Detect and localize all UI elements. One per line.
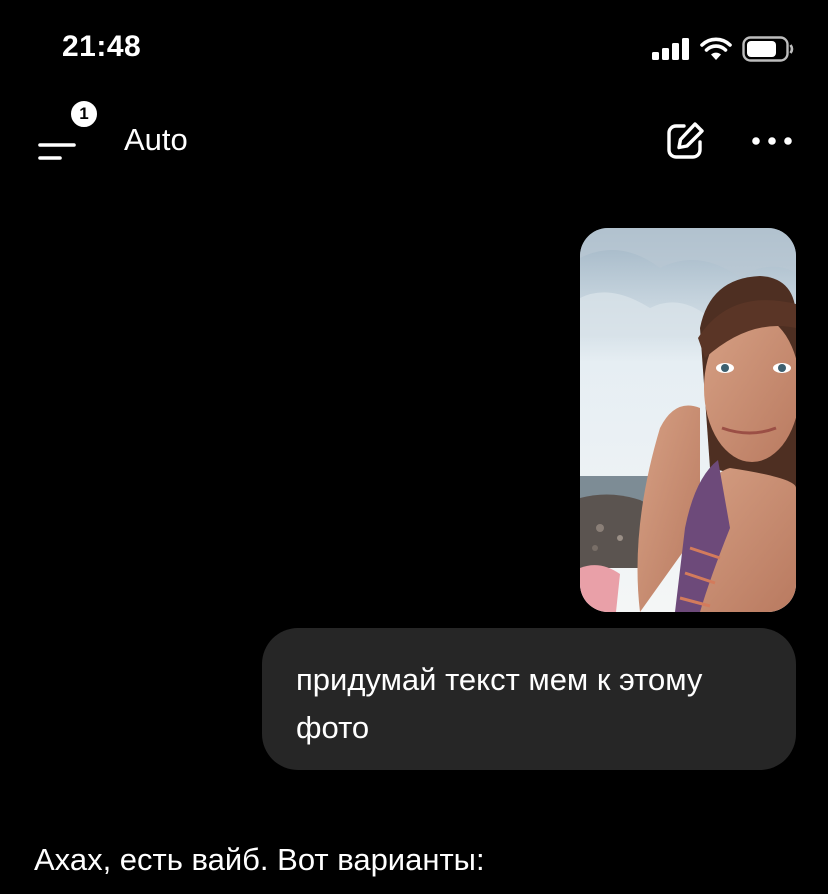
more-button[interactable] bbox=[746, 118, 798, 164]
assistant-message: Ахах, есть вайб. Вот варианты: bbox=[34, 842, 485, 877]
new-chat-button[interactable] bbox=[662, 118, 708, 164]
status-bar: 21:48 bbox=[0, 0, 828, 96]
status-icons bbox=[652, 36, 794, 62]
user-photo[interactable] bbox=[580, 228, 796, 612]
battery-icon bbox=[742, 36, 794, 62]
photo-image bbox=[580, 228, 796, 612]
status-time: 21:48 bbox=[62, 30, 142, 63]
edit-icon bbox=[667, 122, 704, 159]
model-selector[interactable]: Auto bbox=[124, 122, 188, 158]
user-message: придумай текст мем к этому фото bbox=[262, 628, 796, 770]
signal-icon bbox=[652, 38, 689, 60]
wifi-icon bbox=[700, 37, 732, 60]
notification-badge: 1 bbox=[68, 98, 100, 130]
top-bar: Auto bbox=[0, 96, 828, 186]
more-icon bbox=[752, 137, 792, 145]
